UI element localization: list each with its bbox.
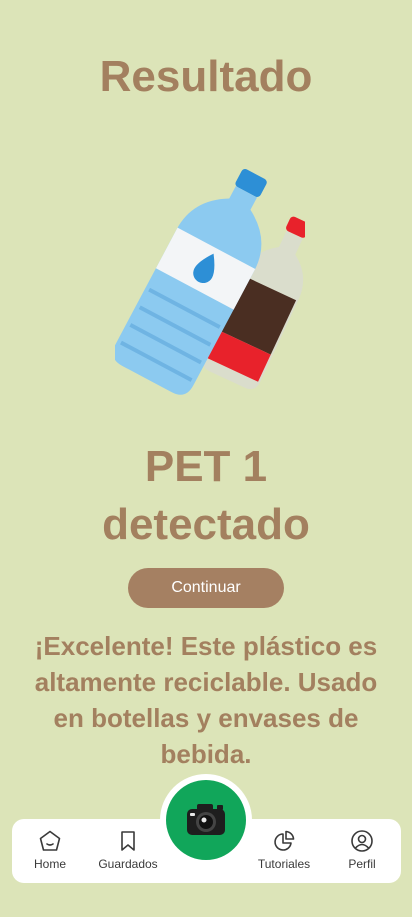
pie-chart-icon [274,830,295,851]
recycling-message: ¡Excelente! Este plástico es altamente r… [34,631,378,769]
camera-button[interactable] [166,780,246,860]
nav-label-tutoriales: Tutoriales [257,857,311,871]
nav-label-home: Home [33,857,66,871]
nav-label-guardados: Guardados [98,857,158,871]
plastic-type: PET 1 [144,442,268,491]
nav-label-perfil: Perfil [348,857,376,871]
home-icon [39,830,61,851]
plastic-bottles-illustration [115,168,305,395]
detection-status: detectado [102,500,310,549]
profile-icon [351,830,373,852]
nav-item-perfil[interactable]: Perfil [327,829,397,871]
nav-item-guardados[interactable]: Guardados [93,829,163,871]
continue-button[interactable]: Continuar [128,568,284,608]
camera-icon [187,804,225,835]
detection-result: PET 1 detectado [0,438,412,554]
page-title: Resultado [99,52,313,101]
bookmark-icon [121,831,135,851]
nav-item-tutoriales[interactable]: Tutoriales [249,829,319,871]
nav-item-home[interactable]: Home [15,829,85,871]
